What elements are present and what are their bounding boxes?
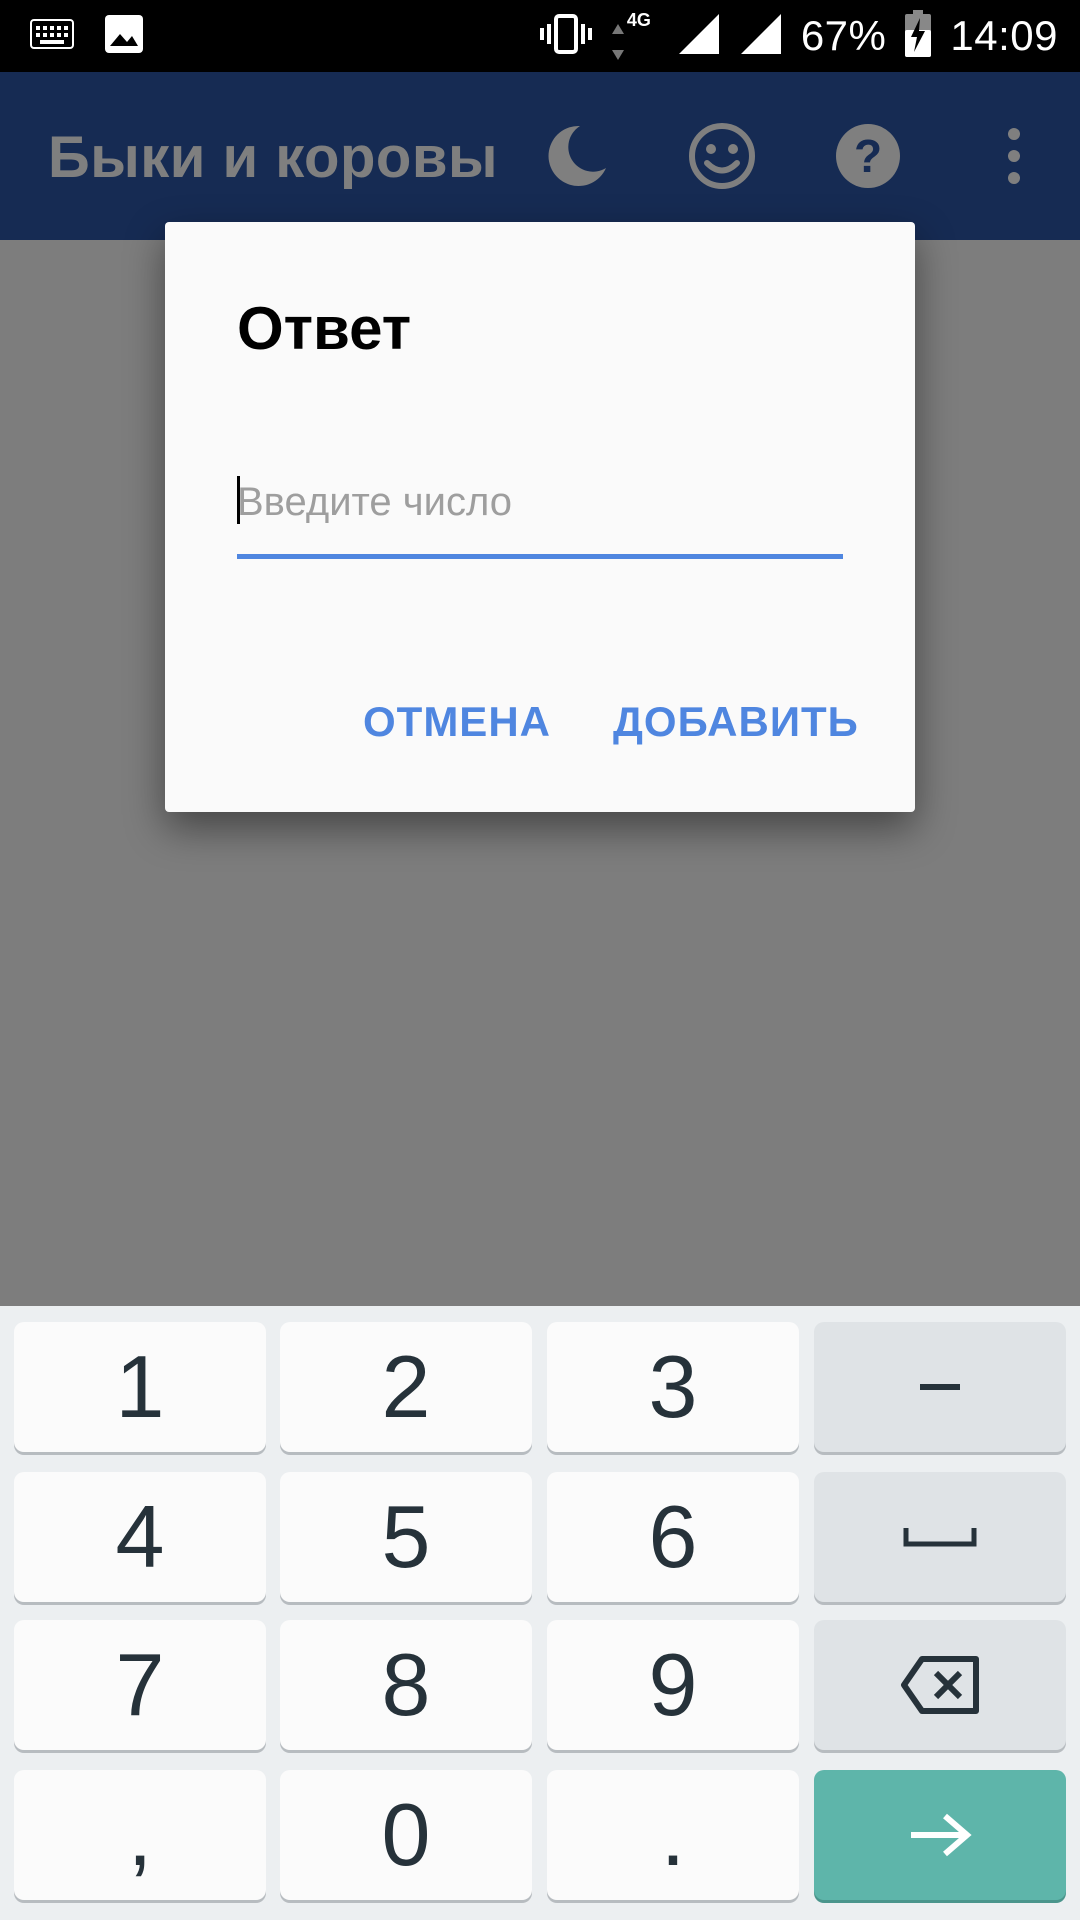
battery-charging-icon	[904, 9, 932, 63]
space-key[interactable]	[814, 1472, 1066, 1602]
enter-arrow-icon	[911, 1813, 972, 1857]
backspace-icon	[901, 1656, 979, 1714]
status-bar-right: 4G 67% 14:09	[539, 0, 1058, 72]
dialog-title: Ответ	[237, 295, 412, 362]
data-arrows-icon: 4G	[611, 10, 659, 60]
number-input-wrap	[237, 462, 843, 542]
cancel-button[interactable]: ОТМЕНА	[357, 692, 557, 752]
numeric-keyboard: 1 2 3 4 5 6 7 8 9 , 0 .	[0, 1306, 1080, 1920]
key-3[interactable]: 3	[547, 1322, 799, 1452]
key-9[interactable]: 9	[547, 1620, 799, 1750]
keyboard-icon	[30, 19, 74, 54]
answer-dialog: Ответ ОТМЕНА ДОБАВИТЬ	[165, 222, 915, 812]
space-icon	[903, 1528, 977, 1547]
status-bar-left	[30, 14, 144, 59]
battery-percent: 67%	[800, 12, 887, 59]
key-5[interactable]: 5	[280, 1472, 532, 1602]
key-comma[interactable]: ,	[14, 1770, 266, 1900]
number-input[interactable]	[237, 462, 843, 542]
enter-key[interactable]	[814, 1770, 1066, 1900]
key-8[interactable]: 8	[280, 1620, 532, 1750]
text-cursor	[237, 476, 240, 524]
vibrate-icon	[539, 13, 593, 59]
key-6[interactable]: 6	[547, 1472, 799, 1602]
minus-icon	[920, 1384, 960, 1390]
key-period[interactable]: .	[547, 1770, 799, 1900]
status-bar: 4G 67% 14:09	[0, 0, 1080, 72]
signal-icon	[739, 12, 783, 61]
image-icon	[104, 14, 144, 59]
key-2[interactable]: 2	[280, 1322, 532, 1452]
add-button[interactable]: ДОБАВИТЬ	[607, 692, 865, 752]
input-underline	[237, 554, 843, 559]
backspace-key[interactable]	[814, 1620, 1066, 1750]
key-1[interactable]: 1	[14, 1322, 266, 1452]
key-7[interactable]: 7	[14, 1620, 266, 1750]
minus-key[interactable]	[814, 1322, 1066, 1452]
key-0[interactable]: 0	[280, 1770, 532, 1900]
network-label: 4G	[626, 10, 651, 30]
signal-icon	[677, 12, 721, 61]
clock: 14:09	[950, 12, 1058, 59]
key-4[interactable]: 4	[14, 1472, 266, 1602]
